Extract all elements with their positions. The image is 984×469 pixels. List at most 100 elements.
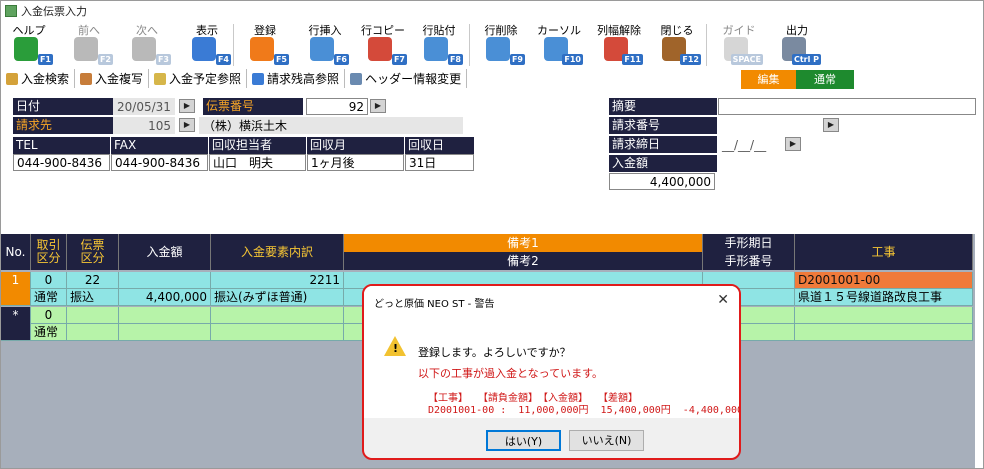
toolbar-button-7[interactable]: 行貼付 F8	[413, 20, 465, 68]
toolbar-button-label: 行貼付	[422, 24, 456, 37]
close-icon[interactable]: ✕	[717, 292, 729, 308]
toolbar-button-13[interactable]: 出力 Ctrl P	[771, 20, 823, 68]
row-project-code[interactable]	[795, 307, 973, 324]
link-1[interactable]: 入金複写	[75, 69, 150, 88]
toolbar-button-0[interactable]: ヘルプ F1	[3, 20, 55, 68]
row-type-name[interactable]: 通常	[31, 289, 67, 306]
dialog-detail-values: D2001001-00 : 11,000,000円 15,400,000円 -4…	[428, 405, 741, 416]
closing-date-field[interactable]: __/__/__	[718, 136, 782, 153]
toolbar-button-label: 閉じる	[660, 24, 694, 37]
grid-header-slip[interactable]: 伝票 区分	[67, 234, 119, 270]
row-copy-icon	[368, 37, 392, 61]
slip-number-lookup-button[interactable]: ▶	[370, 99, 386, 113]
yes-button[interactable]: はい(Y)	[486, 430, 561, 451]
link-label: ヘッダー情報変更	[365, 72, 462, 86]
dialog-message: 登録します。よろしいですか？	[418, 346, 571, 359]
grid-header-amount[interactable]: 入金額	[119, 234, 211, 270]
slip-number-field[interactable]: 92	[306, 98, 368, 115]
row-type-code[interactable]: 0	[31, 272, 67, 289]
toolbar-button-8[interactable]: 行削除 F9	[475, 20, 527, 68]
contact-header: TEL	[13, 137, 110, 154]
toolbar-button-2[interactable]: 次へ F3	[121, 20, 173, 68]
link-0[interactable]: 入金検索	[1, 69, 76, 88]
summary-label: 摘要	[609, 98, 717, 115]
grid-header-detail[interactable]: 入金要素内訳	[211, 234, 344, 270]
row-amount-top[interactable]	[119, 272, 211, 289]
toolbar-separator	[469, 24, 470, 66]
closing-date-picker-button[interactable]: ▶	[785, 137, 801, 151]
row-detail-name[interactable]	[211, 324, 344, 341]
closing-date-label: 請求締日	[609, 136, 717, 153]
contact-value: 044-900-8436	[111, 154, 208, 171]
mode-edit-badge[interactable]: 編集	[741, 70, 796, 89]
toolbar-button-label: 出力	[786, 24, 808, 37]
grid-header-bill_no[interactable]: 手形番号	[703, 252, 795, 270]
toolbar-button-9[interactable]: カーソル F10	[533, 20, 585, 68]
toolbar-button-5[interactable]: 行挿入 F6	[299, 20, 351, 68]
function-key-badge: F3	[155, 54, 171, 65]
date-field[interactable]: 20/05/31	[113, 98, 175, 115]
function-key-badge: F4	[215, 54, 231, 65]
contact-header: 回収担当者	[209, 137, 306, 154]
row-slip-name[interactable]: 振込	[67, 289, 119, 306]
toolbar-button-12[interactable]: ガイド SPACE	[713, 20, 765, 68]
warning-dialog: どっと原価 NEO ST - 警告 ✕ ! 登録します。よろしいですか？ 以下の…	[362, 284, 741, 460]
grid-header-due[interactable]: 手形期日	[703, 234, 795, 252]
grid-header-note2[interactable]: 備考2	[344, 252, 703, 270]
row-slip-code[interactable]: 22	[67, 272, 119, 289]
toolbar-button-label: 行コピー	[361, 24, 405, 37]
summary-field[interactable]	[718, 98, 976, 115]
toolbar-separator	[233, 24, 234, 66]
invoice-number-lookup-button[interactable]: ▶	[823, 118, 839, 132]
row-delete-icon	[486, 37, 510, 61]
row-amount-top[interactable]	[119, 307, 211, 324]
grid-header-no[interactable]: No.	[1, 234, 31, 270]
row-slip-name[interactable]	[67, 324, 119, 341]
row-amount[interactable]: 4,400,000	[119, 289, 211, 306]
row-project-name[interactable]	[795, 324, 973, 341]
function-key-badge: F1	[37, 54, 53, 65]
title-bar: 入金伝票入力	[1, 1, 983, 20]
toolbar-button-label: ガイド	[722, 24, 756, 37]
toolbar-separator	[706, 24, 707, 66]
contact-value: 1ヶ月後	[307, 154, 404, 171]
no-button[interactable]: いいえ(N)	[569, 430, 644, 451]
toolbar-button-1[interactable]: 前へ F2	[63, 20, 115, 68]
link-label: 入金複写	[95, 72, 144, 86]
toolbar-button-11[interactable]: 閉じる F12	[651, 20, 703, 68]
row-type-code[interactable]: 0	[31, 307, 67, 324]
row-type-name[interactable]: 通常	[31, 324, 67, 341]
toolbar-button-3[interactable]: 表示 F4	[181, 20, 233, 68]
link-2[interactable]: 入金予定参照	[149, 69, 248, 88]
row-detail-code[interactable]	[211, 307, 344, 324]
contact-value: 044-900-8436	[13, 154, 110, 171]
toolbar-button-4[interactable]: 登録 F5	[239, 20, 291, 68]
dialog-body: ! 登録します。よろしいですか？ 以下の工事が過入金となっています。 【工事】 …	[364, 314, 739, 418]
mode-normal-badge[interactable]: 通常	[796, 70, 854, 89]
date-picker-button[interactable]: ▶	[179, 99, 195, 113]
toolbar-button-6[interactable]: 行コピー F7	[357, 20, 409, 68]
contact-header: 回収日	[405, 137, 474, 154]
row-amount[interactable]	[119, 324, 211, 341]
grid-header-type[interactable]: 取引 区分	[31, 234, 67, 270]
link-3[interactable]: 請求残高参照	[247, 69, 346, 88]
toolbar-button-10[interactable]: 列幅解除 F11	[593, 20, 645, 68]
toolbar-button-label: ヘルプ	[12, 24, 46, 37]
row-detail-code[interactable]: 2211	[211, 272, 344, 289]
row-project-code[interactable]: D2001001-00	[795, 272, 973, 289]
row-slip-code[interactable]	[67, 307, 119, 324]
row-project-name[interactable]: 県道１５号線道路改良工事	[795, 289, 973, 306]
link-4[interactable]: ヘッダー情報変更	[345, 69, 468, 88]
row-detail-name[interactable]: 振込(みずほ普通)	[211, 289, 344, 306]
function-key-badge: F5	[273, 54, 289, 65]
slip-number-label: 伝票番号	[203, 98, 303, 115]
link-label: 入金検索	[21, 72, 70, 86]
grid-header-note1[interactable]: 備考1	[344, 234, 703, 252]
row-number[interactable]: *	[1, 307, 31, 341]
grid-header-project[interactable]: 工事	[795, 234, 973, 270]
billing-name-field: （株）横浜土木	[199, 117, 463, 134]
row-number[interactable]: 1	[1, 272, 31, 306]
billing-code-field[interactable]: 105	[113, 117, 175, 134]
billing-lookup-button[interactable]: ▶	[179, 118, 195, 132]
warning-mark-icon: !	[393, 342, 399, 355]
